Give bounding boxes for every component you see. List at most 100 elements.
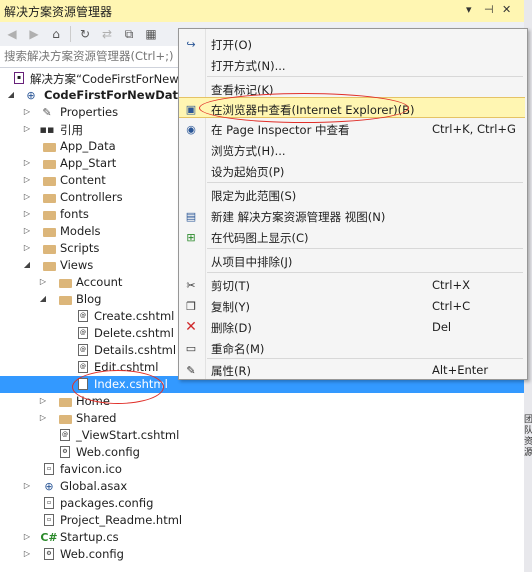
menu-item-shortcut: Del xyxy=(432,320,452,334)
web-project-icon: ⊕ xyxy=(26,88,36,102)
expand-arrow-icon[interactable]: ▷ xyxy=(22,158,32,167)
panel-dropdown-icon[interactable]: ▾ xyxy=(466,3,472,16)
razor-file-icon: @ xyxy=(76,360,90,374)
folder-icon xyxy=(58,411,72,425)
tree-item-file[interactable]: ▫ favicon.ico xyxy=(0,461,524,478)
tree-item-label: Models xyxy=(60,224,101,238)
menu-item-open[interactable]: ↪ 打开(O) xyxy=(179,33,525,54)
annotation-ring xyxy=(72,370,164,404)
expand-arrow-icon[interactable]: ▷ xyxy=(22,226,32,235)
collapse-arrow-icon[interactable]: ◢ xyxy=(22,260,32,269)
menu-item-open-with[interactable]: 打开方式(N)... xyxy=(179,54,525,75)
menu-item-label: 新建 解决方案资源管理器 视图(N) xyxy=(211,210,386,224)
menu-item-label: 设为起始页(P) xyxy=(211,165,285,179)
menu-item-label: 限定为此范围(S) xyxy=(211,189,297,203)
search-input[interactable] xyxy=(0,46,178,66)
tree-item-label: Controllers xyxy=(60,190,123,204)
expand-arrow-icon[interactable]: ▷ xyxy=(38,277,48,286)
menu-item-shortcut: Ctrl+C xyxy=(432,299,471,313)
tree-item-label: favicon.ico xyxy=(60,462,122,476)
razor-file-icon: @ xyxy=(76,309,90,323)
scissors-icon: ✂ xyxy=(186,278,196,292)
expand-arrow-icon[interactable]: ▷ xyxy=(22,549,32,558)
tree-item-label: Properties xyxy=(60,105,119,119)
menu-item-show-on-code-map[interactable]: ⊞ 在代码图上显示(C) xyxy=(179,226,525,247)
expand-arrow-icon[interactable]: ▷ xyxy=(22,124,32,133)
new-view-icon: ▤ xyxy=(185,209,197,223)
menu-item-label: 属性(R) xyxy=(211,364,251,378)
tree-item-label: Startup.cs xyxy=(60,530,119,544)
tree-item-label: Create.cshtml xyxy=(94,309,175,323)
menu-item-delete[interactable]: ✕ 删除(D) Del xyxy=(179,316,525,337)
menu-item-shortcut: Ctrl+X xyxy=(432,278,470,292)
menu-item-label: 在代码图上显示(C) xyxy=(211,231,309,245)
wrench-icon: ✎ xyxy=(42,105,52,119)
context-menu: ↪ 打开(O) 打开方式(N)... 查看标记(K) ▣ 在浏览器中查看(Int… xyxy=(178,28,528,380)
tree-item-label: Shared xyxy=(76,411,117,425)
tree-item-label: Account xyxy=(76,275,123,289)
copy-icon: ❐ xyxy=(186,299,196,313)
tree-item-label: Blog xyxy=(76,292,102,306)
expand-arrow-icon[interactable]: ▷ xyxy=(38,413,48,422)
tree-item-label: App_Data xyxy=(60,139,116,153)
menu-item-exclude-from-project[interactable]: 从项目中排除(J) xyxy=(179,250,525,271)
expand-arrow-icon[interactable]: ▷ xyxy=(38,396,48,405)
tree-item-folder[interactable]: ▷ Shared xyxy=(0,410,524,427)
tree-item-label: Web.config xyxy=(60,547,124,561)
html-file-icon: ▫ xyxy=(42,513,56,527)
menu-item-copy[interactable]: ❐ 复制(Y) Ctrl+C xyxy=(179,295,525,316)
menu-item-properties[interactable]: ✎ 属性(R) Alt+Enter xyxy=(179,359,525,380)
expand-arrow-icon[interactable]: ▷ xyxy=(22,107,32,116)
menu-item-label: 删除(D) xyxy=(211,321,252,335)
tree-item-file[interactable]: ▫ Project_Readme.html xyxy=(0,512,524,529)
collapse-arrow-icon[interactable]: ◢ xyxy=(38,294,48,303)
delete-icon: ✕ xyxy=(185,319,197,335)
rename-icon: ▭ xyxy=(185,341,197,355)
tree-item-file[interactable]: ▷ ⊕ Global.asax xyxy=(0,478,524,495)
properties-icon[interactable]: ▦ xyxy=(143,26,159,42)
expand-arrow-icon[interactable]: ▷ xyxy=(22,532,32,541)
menu-item-shortcut: Alt+Enter xyxy=(432,363,489,377)
back-icon[interactable]: ◀ xyxy=(4,26,20,42)
expand-arrow-icon[interactable]: ▷ xyxy=(22,209,32,218)
menu-item-new-explorer-view[interactable]: ▤ 新建 解决方案资源管理器 视图(N) xyxy=(179,205,525,226)
config-file-icon: ⚙ xyxy=(42,547,56,561)
forward-icon[interactable]: ▶ xyxy=(26,26,42,42)
menu-item-label: 复制(Y) xyxy=(211,300,250,314)
pin-icon[interactable]: ⊣ xyxy=(484,3,494,16)
folder-open-icon xyxy=(42,258,56,272)
razor-file-icon: @ xyxy=(76,343,90,357)
expand-arrow-icon[interactable]: ▷ xyxy=(22,243,32,252)
sync-icon[interactable]: ⇄ xyxy=(99,26,115,42)
collapse-arrow-icon[interactable]: ◢ xyxy=(6,90,16,99)
folder-icon xyxy=(42,156,56,170)
menu-item-cut[interactable]: ✂ 剪切(T) Ctrl+X xyxy=(179,274,525,295)
tree-item-label: Project_Readme.html xyxy=(60,513,183,527)
config-file-icon: ▫ xyxy=(42,496,56,510)
expand-arrow-icon[interactable]: ▷ xyxy=(22,175,32,184)
side-tab-label: 团队资源 xyxy=(524,415,532,458)
tree-item-file[interactable]: ▫ packages.config xyxy=(0,495,524,512)
expand-arrow-icon[interactable]: ▷ xyxy=(22,481,32,490)
folder-open-icon xyxy=(58,292,72,306)
menu-item-rename[interactable]: ▭ 重命名(M) xyxy=(179,337,525,358)
tree-item-file[interactable]: ⚙ Web.config xyxy=(0,444,524,461)
tree-item-file[interactable]: @ _ViewStart.cshtml xyxy=(0,427,524,444)
menu-item-browse-with[interactable]: 浏览方式(H)... xyxy=(179,139,525,160)
menu-item-set-start-page[interactable]: 设为起始页(P) xyxy=(179,160,525,181)
folder-icon xyxy=(42,207,56,221)
menu-item-label: 剪切(T) xyxy=(211,279,250,293)
tree-item-label: 解决方案“CodeFirstForNewD xyxy=(30,72,188,86)
tree-item-file[interactable]: ▷ C# Startup.cs xyxy=(0,529,524,546)
pending-changes-icon[interactable]: ↻ xyxy=(77,26,93,42)
page-inspector-icon: ◉ xyxy=(186,122,196,136)
tree-item-file[interactable]: ▷ ⚙ Web.config xyxy=(0,546,524,563)
expand-arrow-icon[interactable]: ▷ xyxy=(22,192,32,201)
home-icon[interactable]: ⌂ xyxy=(48,26,64,42)
collapse-all-icon[interactable]: ⧉ xyxy=(121,26,137,42)
folder-icon xyxy=(42,224,56,238)
menu-item-scope-to-this[interactable]: 限定为此范围(S) xyxy=(179,184,525,205)
close-icon[interactable]: ✕ xyxy=(502,3,511,16)
tree-item-label: Web.config xyxy=(76,445,140,459)
menu-separator xyxy=(207,272,523,273)
